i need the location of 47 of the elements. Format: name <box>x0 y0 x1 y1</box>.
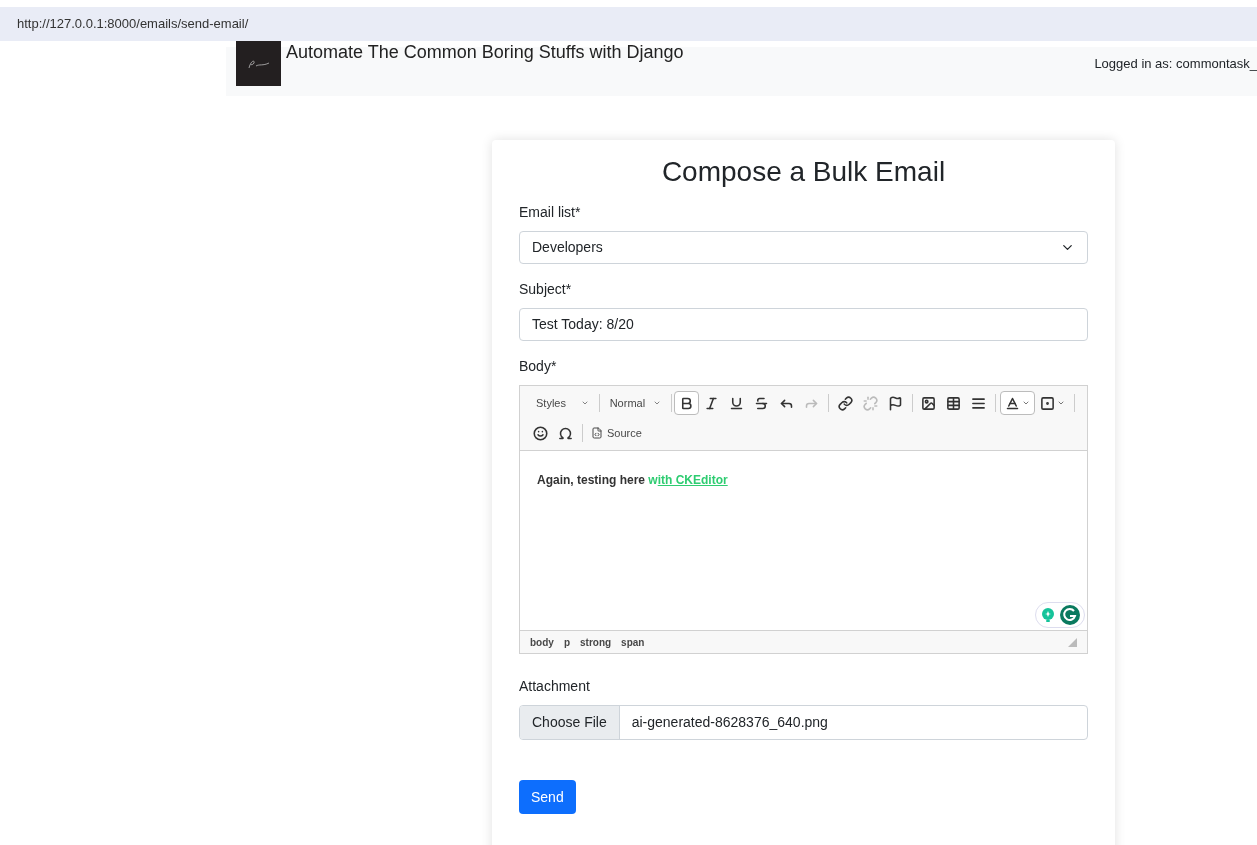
file-name: ai-generated-8628376_640.png <box>630 713 829 732</box>
resize-handle-icon[interactable] <box>1068 637 1077 647</box>
text-color-icon <box>1005 395 1021 411</box>
form-title: Compose a Bulk Email <box>660 155 947 189</box>
lightbulb-icon <box>1040 607 1056 623</box>
italic-icon <box>703 395 719 411</box>
editor-text: Again, testing here with CKEditor <box>537 472 729 489</box>
toolbar-dropdown[interactable]: Normal <box>601 391 669 415</box>
field-label: Email list* <box>519 203 582 222</box>
logged-in-user: Logged in as: commontask_ <box>1094 55 1257 73</box>
background-color-icon <box>1040 395 1056 411</box>
element-path-item[interactable]: body <box>530 634 554 650</box>
caret-icon <box>1057 399 1066 407</box>
element-path-item[interactable]: p <box>563 634 570 650</box>
grammarly-icon <box>1060 605 1080 625</box>
caret-icon <box>1022 399 1031 407</box>
choose-file-button[interactable]: Choose File <box>520 706 620 739</box>
element-path-item[interactable]: strong <box>580 634 612 650</box>
flag-icon <box>887 395 903 411</box>
file-input[interactable]: Choose File ai-generated-8628376_640.png <box>519 705 1088 740</box>
source-button[interactable]: Source <box>587 421 646 445</box>
field-label: Subject* <box>519 280 573 299</box>
unlink-icon <box>862 395 878 411</box>
image-icon <box>921 395 937 411</box>
toolbar-button[interactable] <box>673 391 699 415</box>
code-file-icon <box>591 427 603 439</box>
caret-icon <box>580 399 589 407</box>
underline-icon <box>728 395 744 411</box>
element-path-item[interactable]: span <box>621 634 645 650</box>
toolbar-button[interactable] <box>1000 391 1036 415</box>
link-icon <box>837 395 853 411</box>
strikethrough-icon <box>753 395 769 411</box>
horizontal-line-icon <box>971 395 987 411</box>
email-list-select[interactable]: Developers <box>519 231 1088 264</box>
toolbar-dropdown[interactable]: Styles <box>528 391 597 415</box>
field-label: Body* <box>519 357 558 376</box>
omega-icon <box>558 425 573 441</box>
send-button[interactable]: Send <box>519 780 576 814</box>
field-label: Attachment <box>519 677 591 696</box>
subject-field[interactable]: Test Today: 8/20 <box>519 308 1088 341</box>
table-icon <box>946 395 962 411</box>
site-title: Automate The Common Boring Stuffs with Django <box>286 43 684 61</box>
smiley-icon <box>533 425 548 441</box>
logo-icon <box>236 41 281 86</box>
address-bar[interactable]: http://127.0.0.1:8000/emails/send-email/ <box>0 7 1257 41</box>
grammarly-badge[interactable] <box>1035 602 1085 628</box>
caret-icon <box>652 399 661 407</box>
